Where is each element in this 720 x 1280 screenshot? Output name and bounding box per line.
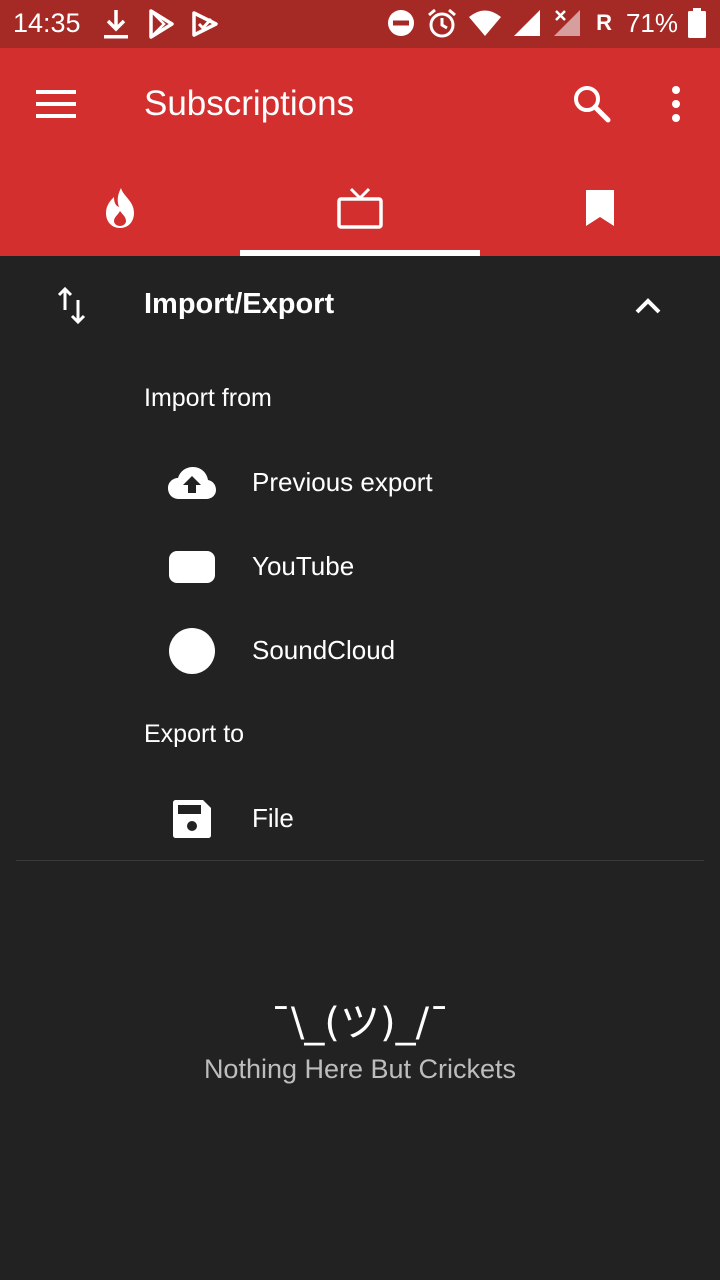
youtube-icon xyxy=(169,551,215,583)
import-export-title: Import/Export xyxy=(144,288,335,320)
fire-icon xyxy=(106,188,134,228)
status-notification-icons xyxy=(100,7,220,41)
play-music-icon xyxy=(192,11,218,37)
export-file[interactable]: File xyxy=(0,777,720,861)
wifi-icon xyxy=(469,10,502,36)
signal-icon xyxy=(514,10,541,36)
chevron-up-icon[interactable] xyxy=(632,290,664,322)
signal-x-icon xyxy=(554,10,581,36)
menu-button[interactable] xyxy=(36,86,76,122)
play-store-icon xyxy=(149,9,174,39)
search-button[interactable] xyxy=(570,82,614,126)
bookmark-icon xyxy=(586,190,614,226)
battery-icon xyxy=(688,8,706,38)
soundcloud-label: SoundCloud xyxy=(252,635,396,665)
section-divider xyxy=(16,860,704,861)
import-export-icon xyxy=(57,286,86,325)
previous-export-label: Previous export xyxy=(252,467,433,497)
file-label: File xyxy=(252,803,294,833)
status-bar: 14:35 R 71% xyxy=(0,0,720,48)
dnd-icon xyxy=(388,10,415,36)
download-icon xyxy=(104,10,128,39)
export-to-label: Export to xyxy=(144,720,245,748)
soundcloud-icon xyxy=(169,628,215,674)
battery-percent: 71% xyxy=(625,7,678,38)
tab-trending[interactable] xyxy=(0,160,240,256)
alarm-icon xyxy=(428,8,457,38)
roaming-indicator: R xyxy=(596,10,612,35)
import-soundcloud[interactable]: SoundCloud xyxy=(0,609,720,693)
empty-state-emoji: ¯\_(ツ)_/¯ xyxy=(270,1000,450,1046)
status-system-icons: R 71% xyxy=(386,7,706,39)
more-options-button[interactable] xyxy=(660,82,692,126)
page-title: Subscriptions xyxy=(144,84,355,123)
cloud-upload-icon xyxy=(168,467,216,499)
tab-subscriptions[interactable] xyxy=(240,160,480,256)
youtube-label: YouTube xyxy=(252,551,355,581)
tab-bookmarks[interactable] xyxy=(480,160,720,256)
hamburger-menu-icon xyxy=(36,90,76,118)
tab-bar xyxy=(0,160,720,256)
save-icon xyxy=(173,800,211,838)
search-icon xyxy=(574,86,611,123)
tv-icon xyxy=(337,187,383,229)
import-youtube[interactable]: YouTube xyxy=(0,525,720,609)
more-vert-icon xyxy=(672,86,680,122)
import-export-header[interactable] xyxy=(0,256,720,356)
status-time: 14:35 xyxy=(13,8,81,38)
empty-state-message: Nothing Here But Crickets xyxy=(203,1054,517,1084)
import-from-label: Import from xyxy=(144,384,272,412)
import-previous-export[interactable]: Previous export xyxy=(0,441,720,525)
